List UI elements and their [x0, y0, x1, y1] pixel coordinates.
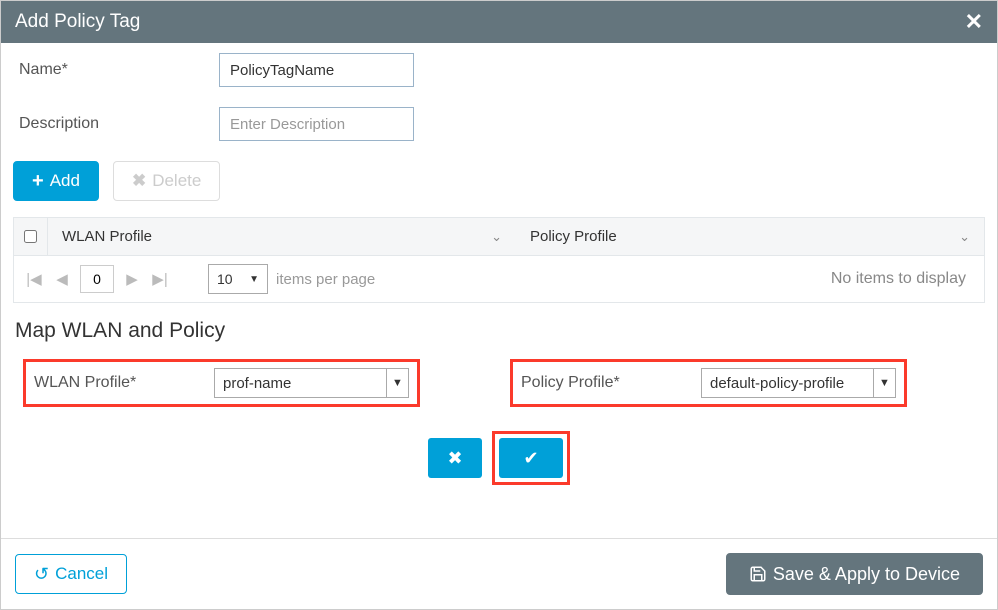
col-policy-label: Policy Profile [530, 228, 617, 245]
action-button-row: + Add ✖ Delete [1, 151, 997, 211]
policy-profile-select[interactable]: default-policy-profile ▼ [701, 368, 896, 398]
policy-profile-field: Policy Profile* default-policy-profile ▼ [510, 359, 907, 407]
ipp-select[interactable]: 10 ▼ [208, 264, 268, 294]
wlan-profile-value: prof-name [215, 375, 386, 392]
policy-profile-label: Policy Profile* [521, 374, 701, 392]
save-icon [749, 565, 767, 583]
policy-profile-value: default-policy-profile [702, 375, 873, 392]
undo-icon: ↺ [34, 564, 49, 585]
items-per-page: 10 ▼ items per page [208, 264, 375, 294]
cancel-button[interactable]: ↺ Cancel [15, 554, 127, 594]
prev-page-icon[interactable]: ◀ [52, 270, 72, 288]
save-apply-button[interactable]: Save & Apply to Device [726, 553, 983, 595]
pager-row: |◀ ◀ ▶ ▶| 10 ▼ items per page No items t… [14, 256, 984, 302]
name-input[interactable] [219, 53, 414, 87]
x-icon: ✖ [132, 171, 146, 191]
col-wlan-label: WLAN Profile [62, 228, 152, 245]
x-icon: ✖ [447, 448, 462, 469]
col-policy-profile[interactable]: Policy Profile ⌄ [516, 218, 984, 255]
plus-icon: + [32, 170, 44, 193]
description-label: Description [19, 115, 219, 133]
triangle-down-icon: ▼ [386, 369, 408, 397]
last-page-icon[interactable]: ▶| [150, 270, 170, 288]
name-row: Name* [1, 43, 997, 97]
wlan-profile-label: WLAN Profile* [34, 374, 214, 392]
chevron-down-icon: ⌄ [959, 229, 970, 245]
add-button-label: Add [50, 171, 80, 191]
select-all-checkbox[interactable] [24, 230, 37, 243]
empty-message: No items to display [831, 270, 974, 288]
select-all-cell[interactable] [14, 218, 48, 255]
triangle-down-icon: ▼ [873, 369, 895, 397]
col-wlan-profile[interactable]: WLAN Profile ⌄ [48, 218, 516, 255]
map-row: WLAN Profile* prof-name ▼ Policy Profile… [1, 349, 997, 417]
cancel-button-label: Cancel [55, 564, 108, 584]
modal-footer: ↺ Cancel Save & Apply to Device [1, 538, 997, 609]
delete-button[interactable]: ✖ Delete [113, 161, 220, 201]
profile-table: WLAN Profile ⌄ Policy Profile ⌄ |◀ ◀ ▶ ▶… [13, 217, 985, 303]
wlan-profile-select[interactable]: prof-name ▼ [214, 368, 409, 398]
map-cancel-button[interactable]: ✖ [428, 438, 482, 478]
map-confirm-highlight: ✔ [492, 431, 570, 485]
modal-header: Add Policy Tag ✕ [1, 1, 997, 43]
wlan-profile-field: WLAN Profile* prof-name ▼ [23, 359, 420, 407]
next-page-icon[interactable]: ▶ [122, 270, 142, 288]
modal-body: Name* Description + Add ✖ Delete [1, 43, 997, 538]
ipp-label: items per page [276, 271, 375, 288]
ipp-value: 10 [217, 271, 233, 287]
first-page-icon[interactable]: |◀ [24, 270, 44, 288]
save-button-label: Save & Apply to Device [773, 564, 960, 585]
map-confirm-button[interactable]: ✔ [499, 438, 563, 478]
delete-button-label: Delete [152, 171, 201, 191]
description-input[interactable] [219, 107, 414, 141]
modal-title: Add Policy Tag [15, 11, 140, 33]
close-icon[interactable]: ✕ [965, 9, 983, 35]
triangle-down-icon: ▼ [249, 274, 259, 285]
check-icon: ✔ [523, 448, 538, 469]
page-number-input[interactable] [80, 265, 114, 293]
map-section-title: Map WLAN and Policy [1, 303, 997, 349]
chevron-down-icon: ⌄ [491, 229, 502, 245]
table-header: WLAN Profile ⌄ Policy Profile ⌄ [14, 218, 984, 256]
map-action-buttons: ✖ ✔ [1, 417, 997, 505]
add-button[interactable]: + Add [13, 161, 99, 201]
name-label: Name* [19, 61, 219, 79]
add-policy-tag-modal: Add Policy Tag ✕ Name* Description + Add… [0, 0, 998, 610]
description-row: Description [1, 97, 997, 151]
